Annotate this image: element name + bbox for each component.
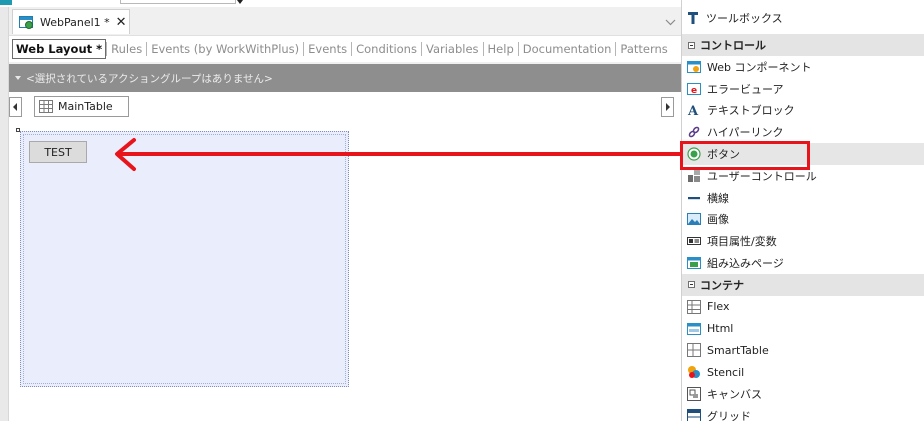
toolbox-item-label: Stencil (707, 365, 745, 379)
toolbox-title: ツールボックス (706, 12, 783, 25)
main-table[interactable]: TEST (20, 131, 349, 387)
embedded-page-icon (687, 257, 701, 270)
design-surface[interactable]: MainTable TEST (9, 92, 681, 421)
toolbox-item-label: Flex (707, 300, 730, 314)
toolbox-item[interactable]: e エラービューア (682, 78, 924, 100)
collapse-minus-icon[interactable] (688, 41, 695, 49)
toolbox-item[interactable]: Web コンポーネント (682, 56, 924, 78)
toolbox-item[interactable]: キャンバス (682, 383, 924, 405)
collapse-minus-icon[interactable] (688, 281, 695, 289)
toolbox-header: ツールボックス (682, 7, 924, 29)
toolbox-item-label: 組み込みページ (707, 257, 784, 271)
toolbox-item-label: グリッド (707, 409, 751, 421)
toolbox-section[interactable]: コントロール (682, 34, 924, 56)
action-group-bar[interactable]: <選択されているアクショングループはありません> (9, 64, 681, 92)
canvas-icon (687, 387, 701, 402)
flex-grid-icon (687, 299, 701, 314)
window-accent (0, 0, 12, 5)
toolbox-item-label: ボタン (707, 148, 740, 162)
toolbox-item[interactable]: Flex (682, 296, 924, 318)
toolbox-item-label: SmartTable (707, 343, 769, 357)
attribute-variable-icon (687, 237, 701, 246)
toolbox-item-label: キャンバス (707, 388, 762, 402)
combobox-caret-icon[interactable] (237, 0, 243, 4)
stencil-icon (688, 366, 700, 379)
tab-variables[interactable]: Variables (422, 39, 483, 59)
toolbox-item-label: 項目属性/変数 (707, 235, 777, 249)
left-gutter (0, 7, 9, 421)
svg-text:A: A (687, 104, 699, 117)
toolbox-item-label: ユーザーコントロール (707, 169, 817, 183)
html-icon (687, 322, 701, 335)
document-tab-title: WebPanel1 (40, 15, 101, 29)
toolbox-item-label: 横線 (707, 191, 729, 205)
subtab-row: Web Layout * Rules Events (by WorkWithPlus… (12, 39, 672, 59)
toolbox-list: コントロール Web コンポーネント e エラービューア A テキストブロック ハイパーリン… (682, 34, 924, 421)
breadcrumb-maintable[interactable]: MainTable (34, 96, 129, 117)
action-group-text: <選択されているアクショングループはありません> (26, 72, 273, 85)
smart-table-icon (687, 343, 701, 358)
test-button[interactable]: TEST (29, 141, 87, 163)
scroll-left-button[interactable] (9, 97, 22, 117)
breadcrumb-label: MainTable (58, 100, 113, 113)
toolbox-item[interactable]: SmartTable (682, 340, 924, 362)
tab-web-layout[interactable]: Web Layout * (12, 39, 107, 59)
layout-editor: WebPanel1 * ✕ Web Layout * Rules Events (b… (9, 7, 681, 421)
grid-icon (687, 408, 701, 421)
toolbox-item[interactable]: Stencil (682, 361, 924, 383)
tab-events-by-workwithplus[interactable]: Events (by WorkWithPlus) (147, 39, 303, 59)
scroll-right-button[interactable] (661, 97, 674, 117)
toolbox-item[interactable]: 組み込みページ (682, 252, 924, 274)
chevron-down-icon[interactable] (665, 16, 676, 29)
toolbox-item-label: Web コンポーネント (707, 60, 812, 74)
hyperlink-icon (688, 126, 700, 138)
toolbox-section-label: コントロール (700, 39, 766, 52)
text-block-icon: A (687, 104, 699, 117)
horizontal-line-icon (688, 196, 700, 199)
top-combobox[interactable] (120, 0, 236, 4)
user-control-icon (688, 169, 700, 182)
image-icon (687, 213, 701, 226)
toolbox-item[interactable]: 横線 (682, 187, 924, 209)
toolbox-item-label: Html (707, 322, 734, 336)
toolbox-item[interactable]: 項目属性/変数 (682, 230, 924, 252)
toolbox-item[interactable]: ユーザーコントロール (682, 165, 924, 187)
caret-down-icon[interactable] (15, 76, 21, 80)
error-viewer-icon: e (687, 82, 701, 96)
tab-patterns[interactable]: Patterns (616, 39, 671, 59)
toolbox-section[interactable]: コンテナ (682, 273, 924, 296)
toolbox-item-label: ハイパーリンク (707, 126, 784, 140)
table-grid-icon (39, 100, 53, 113)
toolbox-item-label: テキストブロック (707, 104, 795, 118)
main-table-inner (23, 134, 346, 384)
editor-subtabs: Web Layout * Rules Events (by WorkWithPlus… (9, 35, 681, 62)
close-icon[interactable]: ✕ (116, 16, 127, 29)
tab-rules[interactable]: Rules (107, 39, 146, 59)
tab-documentation[interactable]: Documentation (519, 39, 616, 59)
document-tab-webpanel1[interactable]: WebPanel1 * ✕ (12, 9, 130, 34)
web-component-icon (687, 60, 701, 73)
tab-events[interactable]: Events (304, 39, 351, 59)
tab-help[interactable]: Help (484, 39, 518, 59)
document-tab-modified-marker: * (104, 15, 110, 29)
toolbox-item[interactable]: Html (682, 318, 924, 340)
toolbox-item[interactable]: グリッド (682, 405, 924, 421)
svg-text:e: e (691, 86, 697, 96)
toolbox-item[interactable]: ボタン (682, 143, 924, 165)
toolbox-item[interactable]: ハイパーリンク (682, 121, 924, 143)
tab-conditions[interactable]: Conditions (352, 39, 421, 59)
toolbox-item[interactable]: A テキストブロック (682, 100, 924, 122)
toolbox-icon (688, 12, 698, 24)
button-icon (687, 147, 701, 161)
webpanel-icon (19, 15, 34, 30)
toolbox-item-label: エラービューア (707, 82, 784, 96)
toolbox-section-label: コンテナ (700, 278, 744, 292)
toolbox-item[interactable]: 画像 (682, 209, 924, 231)
toolbox-panel: ツールボックス コントロール Web コンポーネント e エラービューア A テキストブロ… (681, 0, 924, 421)
toolbox-item-label: 画像 (707, 213, 729, 227)
